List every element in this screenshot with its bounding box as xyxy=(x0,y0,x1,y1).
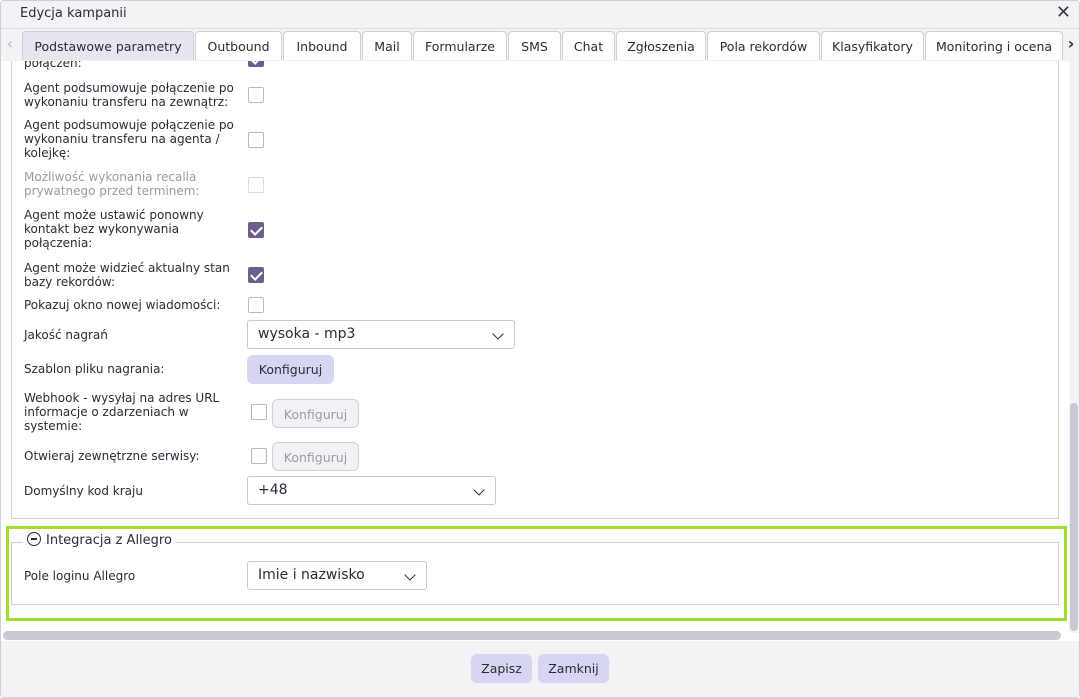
tab-bar: ‹ Podstawowe parametry Outbound Inbound … xyxy=(1,29,1079,61)
setting-label-recontact: Agent może ustawić ponowny kontakt bez w… xyxy=(24,208,204,250)
save-button[interactable]: Zapisz xyxy=(471,654,532,683)
recording-template-configure-button[interactable]: Konfiguruj xyxy=(247,355,334,384)
chevron-down-icon xyxy=(473,484,485,496)
country-code-select[interactable]: +48 xyxy=(247,476,496,505)
country-code-value: +48 xyxy=(258,482,288,498)
titlebar: Edycja kampanii ✕ xyxy=(1,1,1079,29)
chevron-down-icon xyxy=(492,328,504,340)
checkbox-record-base-state[interactable] xyxy=(248,267,264,283)
external-services-label: Otwieraj zewnętrzne serwisy: xyxy=(24,449,200,463)
tab-outbound[interactable]: Outbound xyxy=(195,31,282,60)
checkbox-recontact[interactable] xyxy=(248,222,264,238)
checkbox-external-services[interactable] xyxy=(251,448,267,464)
tab-pola-rekordow[interactable]: Pola rekordów xyxy=(707,31,820,60)
tab-mail[interactable]: Mail xyxy=(362,31,412,60)
setting-label-record-base-state: Agent może widzieć aktualny stan bazy re… xyxy=(24,261,230,289)
tab-formularze[interactable]: Formularze xyxy=(413,31,507,60)
checkbox-webhook[interactable] xyxy=(251,404,267,420)
checkbox-transfer-external[interactable] xyxy=(248,87,264,103)
tab-inbound[interactable]: Inbound xyxy=(283,31,361,60)
country-code-label: Domyślny kod kraju xyxy=(24,484,143,498)
close-icon[interactable]: ✕ xyxy=(1056,3,1071,23)
webhook-configure-button[interactable]: Konfiguruj xyxy=(272,399,359,428)
checkbox-transfer-agent[interactable] xyxy=(248,132,264,148)
close-button[interactable]: Zamknij xyxy=(538,654,609,683)
chevron-right-icon[interactable]: › xyxy=(1064,34,1078,56)
recording-quality-select[interactable]: wysoka - mp3 xyxy=(247,320,515,349)
horizontal-scrollbar[interactable] xyxy=(3,631,1061,640)
campaign-edit-dialog: Edycja kampanii ✕ ‹ Podstawowe parametry… xyxy=(0,0,1080,698)
tab-chat[interactable]: Chat xyxy=(562,31,615,60)
checkbox-new-message-window[interactable] xyxy=(248,297,264,313)
recording-quality-value: wysoka - mp3 xyxy=(258,326,356,342)
dialog-footer: Zapisz Zamknij xyxy=(1,641,1079,697)
recording-quality-label: Jakość nagrań xyxy=(24,328,108,342)
tab-zgloszenia[interactable]: Zgłoszenia xyxy=(616,31,706,60)
recording-template-label: Szablon pliku nagrania: xyxy=(24,362,165,376)
allegro-highlight xyxy=(6,526,1067,621)
setting-label-new-message-window: Pokazuj okno nowej wiadomości: xyxy=(24,298,221,312)
vertical-scrollbar-thumb[interactable] xyxy=(1070,403,1078,631)
setting-label-private-recall: Możliwość wykonania recalla prywatnego p… xyxy=(24,170,200,198)
setting-label-transfer-agent: Agent podsumowuje połączenie po wykonani… xyxy=(24,118,234,160)
external-services-configure-button[interactable]: Konfiguruj xyxy=(272,442,359,471)
webhook-label: Webhook - wysyłaj na adres URL informacj… xyxy=(24,391,220,433)
chevron-left-icon[interactable]: ‹ xyxy=(3,34,17,56)
settings-content: połączeń: Agent podsumowuje połączenie p… xyxy=(3,61,1069,631)
setting-label-partial: połączeń: xyxy=(24,61,82,70)
tab-monitoring-i-ocena[interactable]: Monitoring i ocena xyxy=(925,31,1063,60)
tab-klasyfikatory[interactable]: Klasyfikatory xyxy=(821,31,924,60)
checkbox-private-recall[interactable] xyxy=(248,177,264,193)
setting-label-transfer-external: Agent podsumowuje połączenie po wykonani… xyxy=(24,81,234,109)
tab-podstawowe-parametry[interactable]: Podstawowe parametry xyxy=(22,31,194,60)
tab-sms[interactable]: SMS xyxy=(508,31,561,60)
setting-checkbox-partial[interactable] xyxy=(248,61,264,67)
dialog-title: Edycja kampanii xyxy=(20,6,127,21)
